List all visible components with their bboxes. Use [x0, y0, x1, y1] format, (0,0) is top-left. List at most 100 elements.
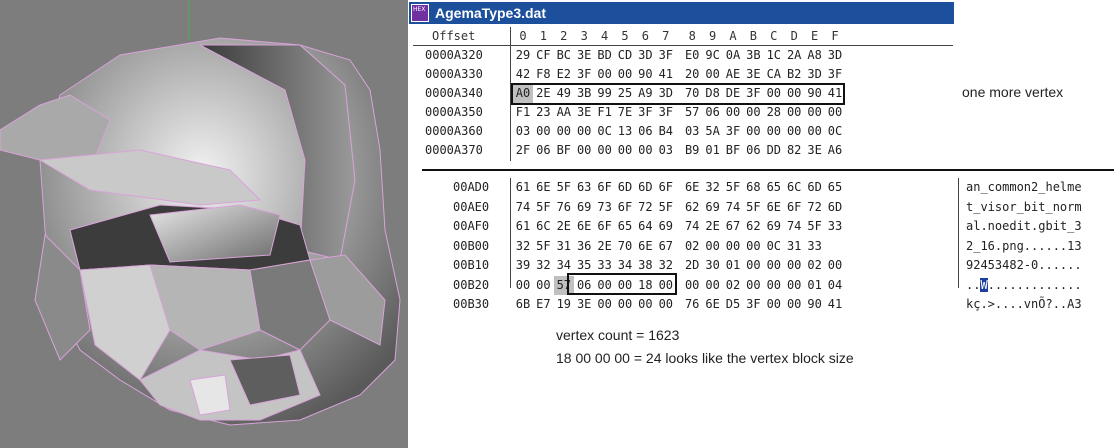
- hex-byte[interactable]: F1: [595, 103, 615, 122]
- hex-byte[interactable]: 6D: [805, 178, 825, 197]
- hex-byte[interactable]: 00: [743, 256, 763, 275]
- hex-byte[interactable]: 42: [513, 65, 533, 84]
- hex-byte[interactable]: 00: [825, 103, 845, 122]
- hex-byte[interactable]: 74: [723, 198, 743, 217]
- hex-byte[interactable]: 3F: [825, 65, 845, 84]
- hex-byte[interactable]: 00: [615, 295, 635, 314]
- hex-byte[interactable]: 00: [533, 122, 553, 141]
- hex-byte[interactable]: CF: [533, 46, 553, 65]
- hex-byte[interactable]: 6F: [784, 198, 804, 217]
- hex-byte[interactable]: 01: [805, 276, 825, 295]
- hex-byte[interactable]: 3E: [743, 65, 763, 84]
- hex-byte[interactable]: 6E: [682, 178, 702, 197]
- hex-byte[interactable]: 7E: [615, 103, 635, 122]
- hex-byte[interactable]: 00: [723, 103, 743, 122]
- hex-byte[interactable]: 3F: [743, 295, 763, 314]
- hex-byte[interactable]: B9: [682, 141, 702, 160]
- hex-byte[interactable]: CD: [615, 46, 635, 65]
- ascii-text[interactable]: kç.>....vnÕ?..A3: [966, 295, 1082, 314]
- hex-byte[interactable]: 62: [743, 217, 763, 236]
- hex-byte[interactable]: 6F: [595, 178, 615, 197]
- hex-byte[interactable]: 6E: [703, 295, 723, 314]
- hex-byte[interactable]: 32: [513, 237, 533, 256]
- hex-byte[interactable]: 06: [703, 103, 723, 122]
- hex-byte[interactable]: 6E: [574, 217, 594, 236]
- hex-byte[interactable]: 6E: [533, 178, 553, 197]
- hex-byte[interactable]: 29: [513, 46, 533, 65]
- hex-byte[interactable]: 00: [554, 122, 574, 141]
- hex-byte[interactable]: 3D: [805, 65, 825, 84]
- hex-byte[interactable]: BC: [554, 46, 574, 65]
- hex-byte[interactable]: 63: [574, 178, 594, 197]
- hex-byte[interactable]: 0C: [595, 122, 615, 141]
- hex-byte[interactable]: 0C: [764, 237, 784, 256]
- hex-byte[interactable]: 00: [635, 295, 655, 314]
- hex-byte[interactable]: 6F: [595, 217, 615, 236]
- hex-byte[interactable]: F8: [533, 65, 553, 84]
- ascii-text[interactable]: 92453482-0......: [966, 256, 1082, 275]
- hex-byte[interactable]: 82: [784, 141, 804, 160]
- hex-byte[interactable]: 00: [574, 141, 594, 160]
- hex-byte[interactable]: 9C: [703, 46, 723, 65]
- hex-byte[interactable]: DD: [764, 141, 784, 160]
- hex-byte[interactable]: 1C: [764, 46, 784, 65]
- hex-byte[interactable]: 62: [682, 198, 702, 217]
- hex-byte[interactable]: 00: [595, 295, 615, 314]
- hex-byte[interactable]: D5: [723, 295, 743, 314]
- hex-byte[interactable]: 3D: [635, 46, 655, 65]
- hex-byte[interactable]: 69: [656, 217, 676, 236]
- hex-byte[interactable]: 33: [825, 217, 845, 236]
- hex-byte[interactable]: 5F: [723, 178, 743, 197]
- hex-byte[interactable]: 00: [703, 237, 723, 256]
- ascii-text[interactable]: 2_16.png......13: [966, 237, 1082, 256]
- hex-byte[interactable]: 3E: [574, 103, 594, 122]
- hex-byte[interactable]: 6E: [764, 198, 784, 217]
- hex-byte[interactable]: 2E: [595, 237, 615, 256]
- hex-byte[interactable]: 5F: [554, 178, 574, 197]
- hex-byte[interactable]: 2F: [513, 141, 533, 160]
- hex-byte[interactable]: 00: [615, 141, 635, 160]
- hex-byte[interactable]: 04: [825, 276, 845, 295]
- hex-byte[interactable]: 2A: [784, 46, 804, 65]
- hex-byte[interactable]: 3E: [574, 46, 594, 65]
- hex-byte[interactable]: 72: [805, 198, 825, 217]
- hex-byte[interactable]: 00: [764, 122, 784, 141]
- hex-byte[interactable]: 6D: [825, 198, 845, 217]
- hex-byte[interactable]: 01: [703, 141, 723, 160]
- hex-byte[interactable]: 5A: [703, 122, 723, 141]
- hex-byte[interactable]: 36: [574, 237, 594, 256]
- hex-byte[interactable]: 00: [595, 141, 615, 160]
- hex-byte[interactable]: 74: [784, 217, 804, 236]
- hex-byte[interactable]: 69: [764, 217, 784, 236]
- hex-byte[interactable]: 02: [723, 276, 743, 295]
- hex-byte[interactable]: 61: [513, 217, 533, 236]
- hex-byte[interactable]: 13: [615, 122, 635, 141]
- hex-byte[interactable]: 00: [723, 237, 743, 256]
- hex-byte[interactable]: 3E: [805, 141, 825, 160]
- hex-byte[interactable]: 67: [656, 237, 676, 256]
- hex-byte[interactable]: BF: [554, 141, 574, 160]
- hex-byte[interactable]: CA: [764, 65, 784, 84]
- hex-byte[interactable]: AA: [554, 103, 574, 122]
- hex-byte[interactable]: 2E: [554, 217, 574, 236]
- hex-byte[interactable]: 61: [513, 178, 533, 197]
- hex-byte[interactable]: 00: [635, 141, 655, 160]
- hex-byte[interactable]: BF: [723, 141, 743, 160]
- hex-byte[interactable]: 6C: [533, 217, 553, 236]
- hex-byte[interactable]: 19: [554, 295, 574, 314]
- hex-byte[interactable]: 76: [554, 198, 574, 217]
- hex-byte[interactable]: AE: [723, 65, 743, 84]
- hex-editor-titlebar[interactable]: HEX AgemaType3.dat: [409, 2, 954, 24]
- hex-byte[interactable]: 0A: [723, 46, 743, 65]
- hex-byte[interactable]: 3B: [743, 46, 763, 65]
- hex-byte[interactable]: 00: [743, 276, 763, 295]
- hex-byte[interactable]: 00: [805, 103, 825, 122]
- hex-byte[interactable]: B2: [784, 65, 804, 84]
- hex-byte[interactable]: 23: [533, 103, 553, 122]
- hex-byte[interactable]: 69: [703, 198, 723, 217]
- hex-byte[interactable]: 6C: [784, 178, 804, 197]
- hex-byte[interactable]: 41: [825, 295, 845, 314]
- hex-byte[interactable]: 06: [533, 141, 553, 160]
- hex-byte[interactable]: 00: [784, 295, 804, 314]
- hex-byte[interactable]: A6: [825, 141, 845, 160]
